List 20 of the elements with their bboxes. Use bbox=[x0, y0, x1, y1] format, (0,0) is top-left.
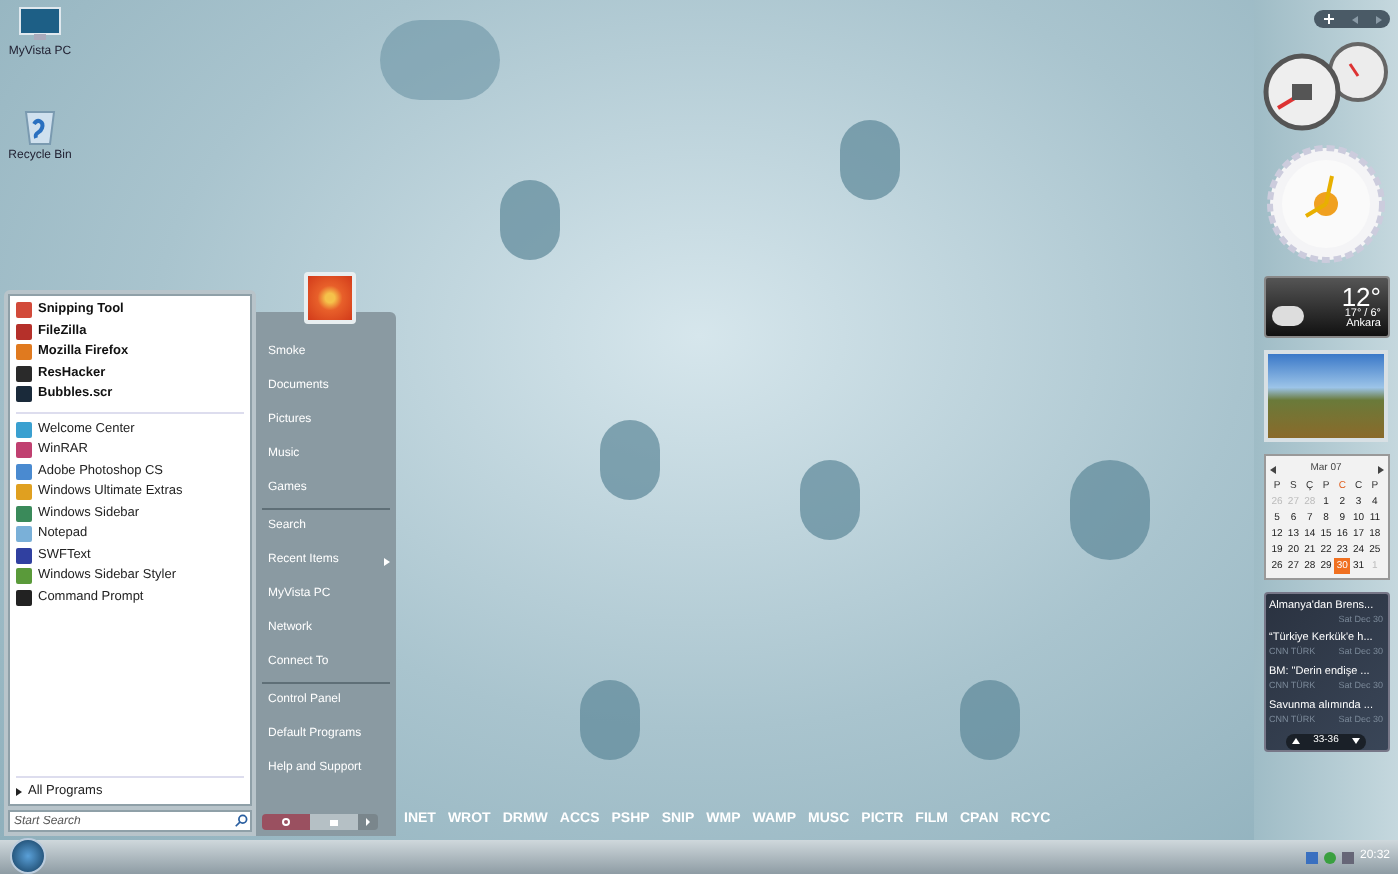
submenu-arrow-icon bbox=[384, 557, 390, 565]
cpu-meter-gauges-drawing bbox=[1262, 40, 1390, 132]
triangle-icon bbox=[16, 787, 22, 795]
arrow-icon bbox=[366, 818, 370, 826]
left-arrow-icon[interactable] bbox=[1351, 15, 1357, 23]
previous-month-icon[interactable] bbox=[1269, 465, 1275, 474]
shutdown-options-button[interactable] bbox=[358, 814, 378, 830]
trash-bin-icon[interactable] bbox=[24, 106, 56, 146]
down-arrow-icon[interactable] bbox=[1351, 738, 1360, 745]
power-icon bbox=[282, 818, 290, 826]
next-month-icon[interactable] bbox=[1377, 465, 1383, 474]
up-arrow-icon[interactable] bbox=[1292, 738, 1301, 745]
power-button[interactable] bbox=[262, 814, 310, 830]
add-icon[interactable] bbox=[1323, 14, 1333, 24]
slideshow-photo-placeholder bbox=[1264, 350, 1388, 442]
search-icon bbox=[234, 814, 248, 828]
right-arrow-icon[interactable] bbox=[1375, 15, 1381, 23]
user-picture[interactable] bbox=[304, 272, 356, 324]
monitor-icon[interactable] bbox=[18, 6, 62, 42]
temperature: 12° bbox=[1341, 283, 1381, 309]
